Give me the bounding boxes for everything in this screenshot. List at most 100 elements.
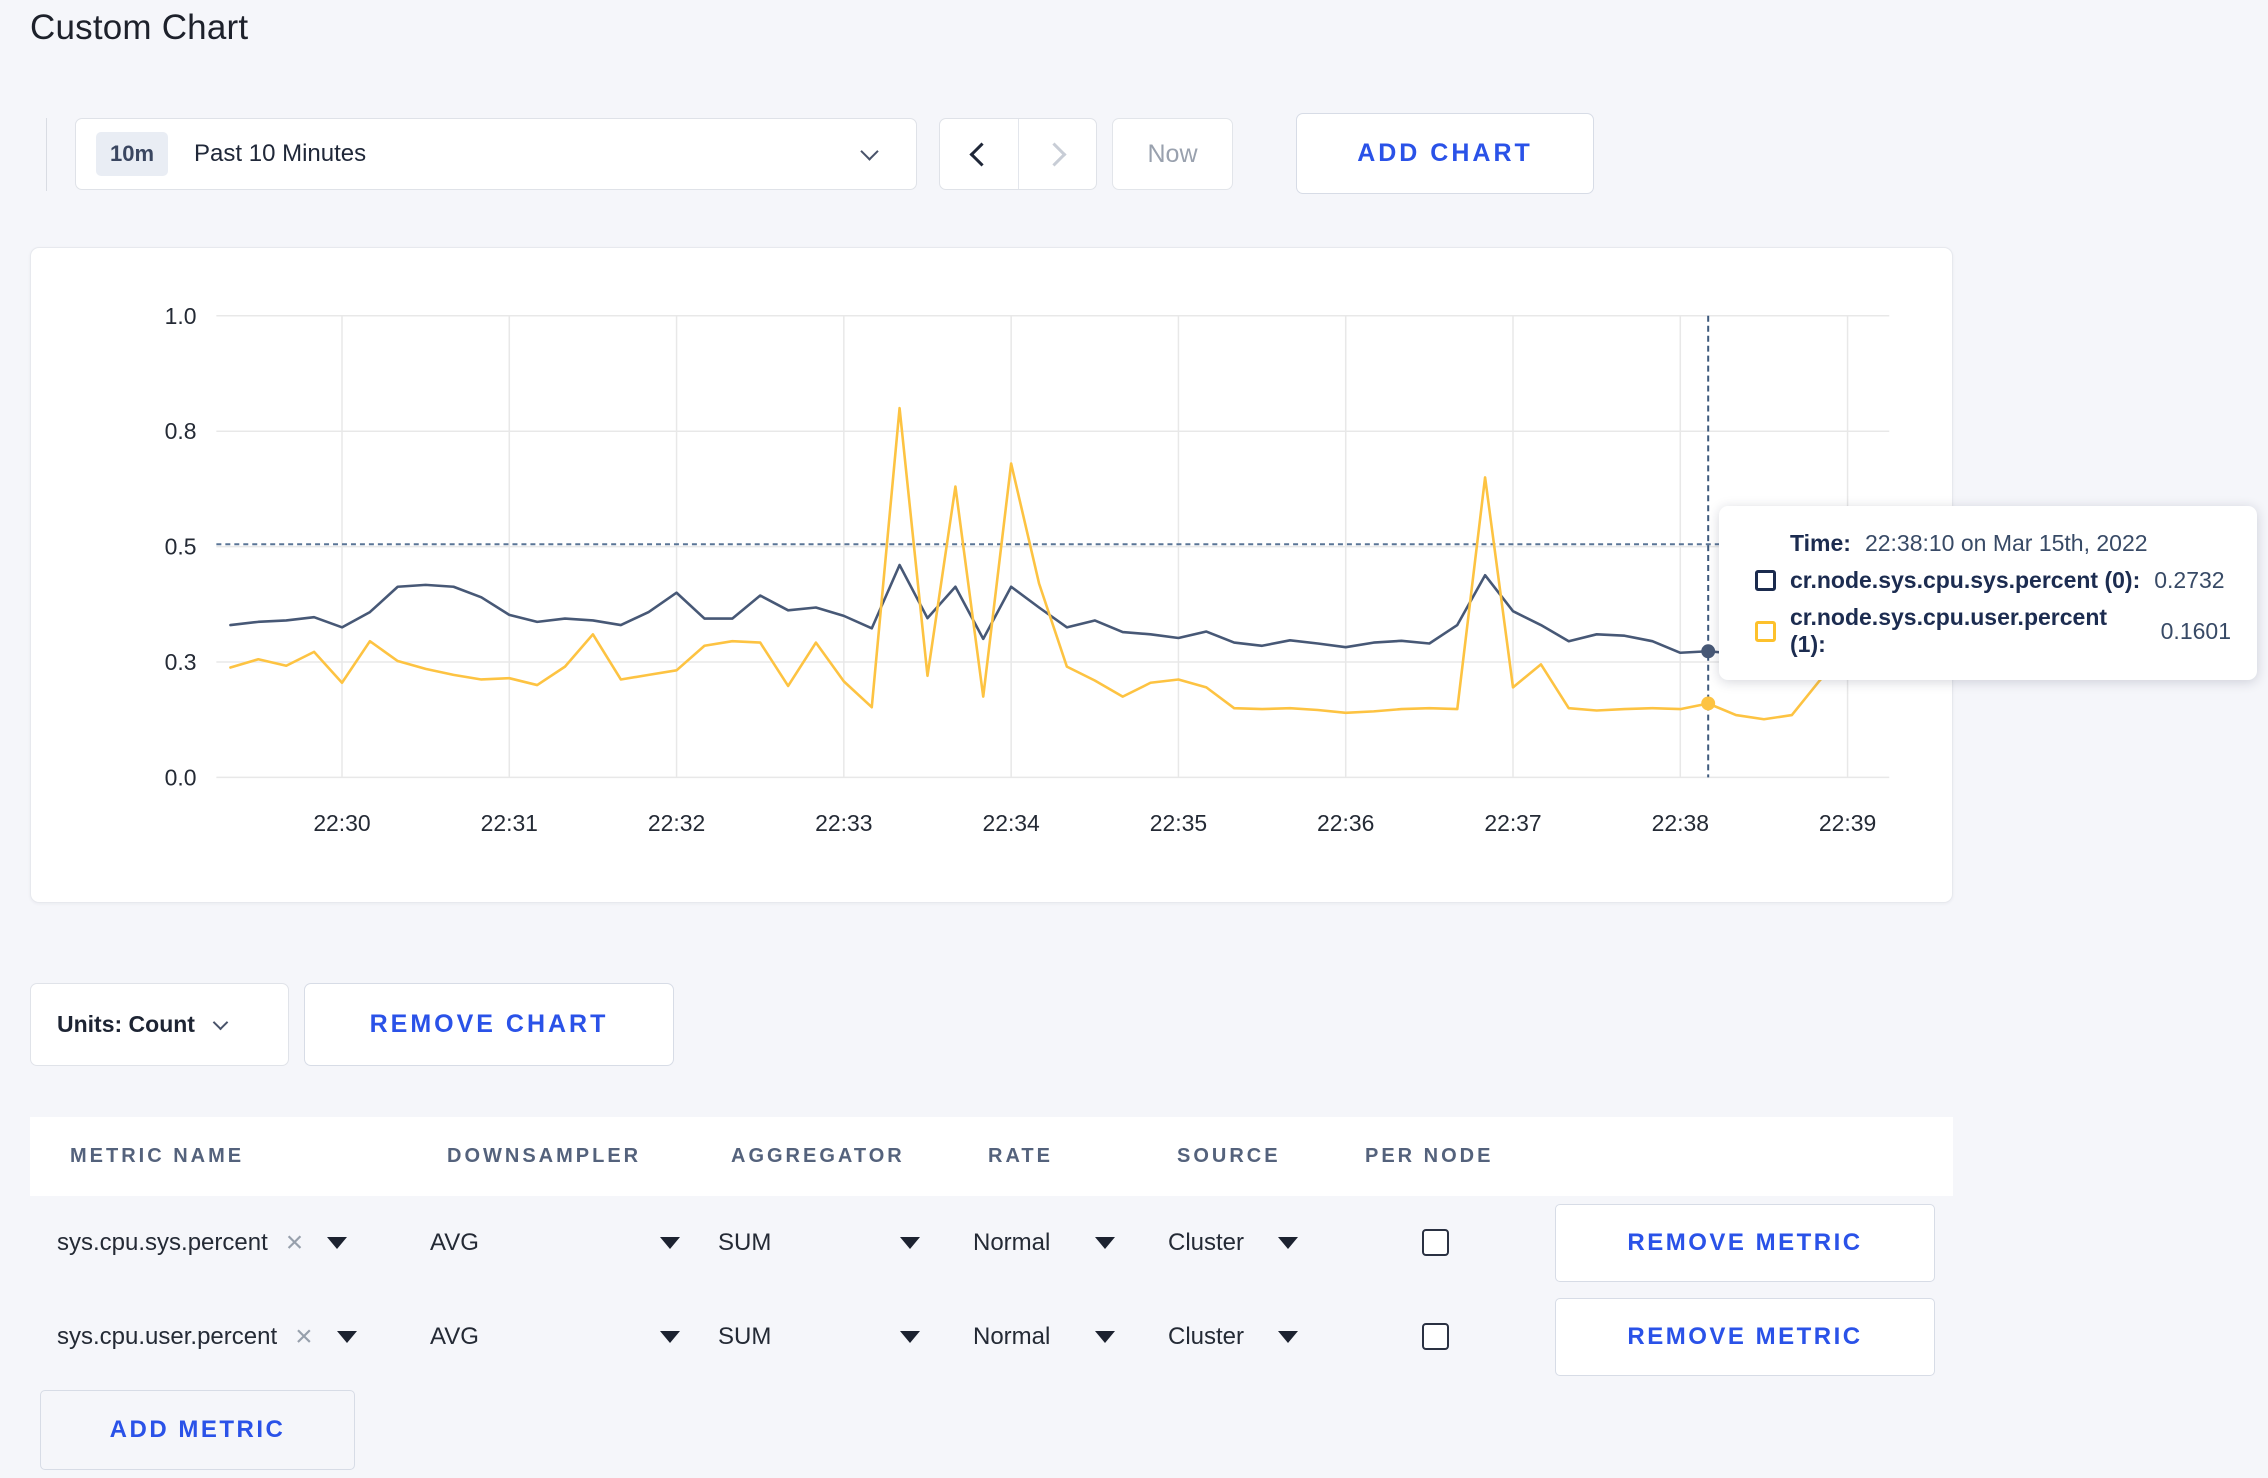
x-tick-label: 22:32: [648, 810, 705, 836]
downsampler-value: AVG: [430, 1229, 479, 1256]
source-value: Cluster: [1168, 1229, 1245, 1256]
y-tick-label: 1.0: [165, 303, 197, 329]
x-tick-label: 22:34: [982, 810, 1040, 836]
metric-row: sys.cpu.user.percent × AVG SUM Normal Cl…: [30, 1290, 1953, 1384]
metric-name-value: sys.cpu.sys.percent: [57, 1229, 268, 1256]
header-per-node: PER NODE: [1365, 1145, 1494, 1167]
hover-dot-user: [1701, 696, 1716, 711]
x-tick-label: 22:30: [313, 810, 370, 836]
custom-chart-plot[interactable]: 0.0 0.3 0.5 0.8 1.0 22:30 22:31 22:32 22:33 22:34…: [31, 248, 1952, 902]
add-chart-button[interactable]: ADD CHART: [1296, 113, 1594, 194]
aggregator-value: SUM: [718, 1229, 772, 1256]
x-tick-label: 22:38: [1652, 810, 1709, 836]
metric-row: sys.cpu.sys.percent × AVG SUM Normal Clu…: [30, 1196, 1953, 1290]
metric-name-select[interactable]: sys.cpu.sys.percent ×: [57, 1196, 348, 1290]
aggregator-select[interactable]: SUM: [718, 1290, 920, 1384]
header-downsampler: DOWNSAMPLER: [447, 1145, 642, 1167]
remove-metric-label: REMOVE METRIC: [1627, 1323, 1863, 1350]
aggregator-select[interactable]: SUM: [718, 1196, 920, 1290]
toolbar-divider: [46, 118, 47, 191]
per-node-checkbox[interactable]: [1422, 1323, 1449, 1350]
chevron-down-icon: [212, 1014, 229, 1031]
caret-down-icon: [327, 1237, 348, 1249]
source-value: Cluster: [1168, 1323, 1245, 1350]
aggregator-value: SUM: [718, 1323, 772, 1350]
source-select[interactable]: Cluster: [1168, 1290, 1298, 1384]
tooltip-series-value: 0.1601: [2160, 617, 2231, 644]
series-sys-swatch-icon: [1755, 570, 1776, 591]
remove-metric-button[interactable]: REMOVE METRIC: [1555, 1298, 1935, 1376]
y-tick-label: 0.8: [165, 418, 197, 444]
metric-name-select[interactable]: sys.cpu.user.percent ×: [57, 1290, 357, 1384]
metric-name-value: sys.cpu.user.percent: [57, 1323, 278, 1350]
x-tick-label: 22:37: [1484, 810, 1541, 836]
time-range-badge: 10m: [96, 132, 169, 176]
chart-card: 0.0 0.3 0.5 0.8 1.0 22:30 22:31 22:32 22:33 22:34…: [30, 247, 1953, 903]
y-tick-label: 0.5: [165, 534, 197, 560]
caret-down-icon: [660, 1331, 680, 1343]
source-select[interactable]: Cluster: [1168, 1196, 1298, 1290]
rate-select[interactable]: Normal: [973, 1196, 1115, 1290]
header-aggregator: AGGREGATOR: [731, 1145, 905, 1167]
header-metric-name: METRIC NAME: [70, 1145, 245, 1167]
metrics-table-header: METRIC NAME DOWNSAMPLER AGGREGATOR RATE …: [30, 1117, 1953, 1196]
units-dropdown[interactable]: Units: Count: [30, 983, 289, 1066]
y-tick-label: 0.3: [165, 649, 197, 675]
caret-down-icon: [1278, 1237, 1298, 1249]
x-tick-label: 22:31: [481, 810, 538, 836]
metrics-table-footer: ADD METRIC: [30, 1390, 1953, 1476]
chevron-down-icon: [860, 141, 879, 161]
tooltip-time-value: 22:38:10 on Mar 15th, 2022: [1864, 530, 2148, 556]
caret-down-icon: [1095, 1331, 1115, 1343]
rate-select[interactable]: Normal: [973, 1290, 1115, 1384]
per-node-checkbox[interactable]: [1422, 1229, 1449, 1256]
downsampler-select[interactable]: AVG: [430, 1196, 680, 1290]
header-source: SOURCE: [1177, 1145, 1281, 1167]
tooltip-series-row: cr.node.sys.cpu.sys.percent (0): 0.2732: [1755, 567, 2231, 594]
remove-chart-button[interactable]: REMOVE CHART: [304, 983, 674, 1066]
now-button[interactable]: Now: [1112, 118, 1233, 190]
series-user-swatch-icon: [1755, 620, 1776, 642]
hover-dot-sys: [1701, 644, 1716, 659]
rate-value: Normal: [973, 1323, 1051, 1350]
x-tick-label: 22:35: [1150, 810, 1207, 836]
tooltip-series-label: cr.node.sys.cpu.sys.percent (0):: [1790, 567, 2141, 593]
downsampler-select[interactable]: AVG: [430, 1290, 680, 1384]
remove-metric-button[interactable]: REMOVE METRIC: [1555, 1204, 1935, 1282]
time-back-button[interactable]: [940, 119, 1018, 189]
caret-down-icon: [336, 1331, 357, 1343]
caret-down-icon: [660, 1237, 680, 1249]
tooltip-series-row: cr.node.sys.cpu.user.percent (1): 0.1601: [1755, 604, 2231, 658]
tooltip-time-label: Time:: [1790, 530, 1851, 556]
caret-down-icon: [1095, 1237, 1115, 1249]
clear-metric-icon[interactable]: ×: [295, 1322, 313, 1352]
series-line-user: [229, 406, 1877, 721]
caret-down-icon: [900, 1237, 920, 1249]
time-forward-button[interactable]: [1017, 119, 1097, 189]
add-chart-label: ADD CHART: [1357, 139, 1533, 167]
chart-tooltip: Time: 22:38:10 on Mar 15th, 2022 cr.node…: [1719, 506, 2257, 680]
chevron-left-icon: [969, 141, 994, 167]
add-metric-button[interactable]: ADD METRIC: [40, 1390, 355, 1470]
clear-metric-icon[interactable]: ×: [286, 1228, 304, 1258]
downsampler-value: AVG: [430, 1323, 479, 1350]
time-nav-group: [939, 118, 1097, 190]
remove-metric-label: REMOVE METRIC: [1627, 1229, 1863, 1256]
rate-value: Normal: [973, 1229, 1051, 1256]
time-range-dropdown[interactable]: 10m Past 10 Minutes: [75, 118, 917, 190]
time-range-label: Past 10 Minutes: [194, 140, 367, 167]
series-line-sys: [229, 563, 1877, 658]
x-tick-label: 22:39: [1819, 810, 1876, 836]
metrics-table: METRIC NAME DOWNSAMPLER AGGREGATOR RATE …: [30, 1117, 1953, 1476]
now-button-label: Now: [1147, 139, 1198, 168]
add-metric-label: ADD METRIC: [109, 1416, 286, 1443]
caret-down-icon: [1278, 1331, 1298, 1343]
remove-chart-label: REMOVE CHART: [369, 1010, 609, 1038]
tooltip-series-value: 0.2732: [2154, 567, 2225, 593]
units-dropdown-label: Units: Count: [57, 1011, 195, 1037]
tooltip-series-label: cr.node.sys.cpu.user.percent (1):: [1790, 604, 2108, 657]
chevron-right-icon: [1042, 141, 1067, 167]
tooltip-time-row: Time: 22:38:10 on Mar 15th, 2022: [1790, 530, 2231, 557]
caret-down-icon: [900, 1331, 920, 1343]
x-tick-label: 22:33: [815, 810, 872, 836]
